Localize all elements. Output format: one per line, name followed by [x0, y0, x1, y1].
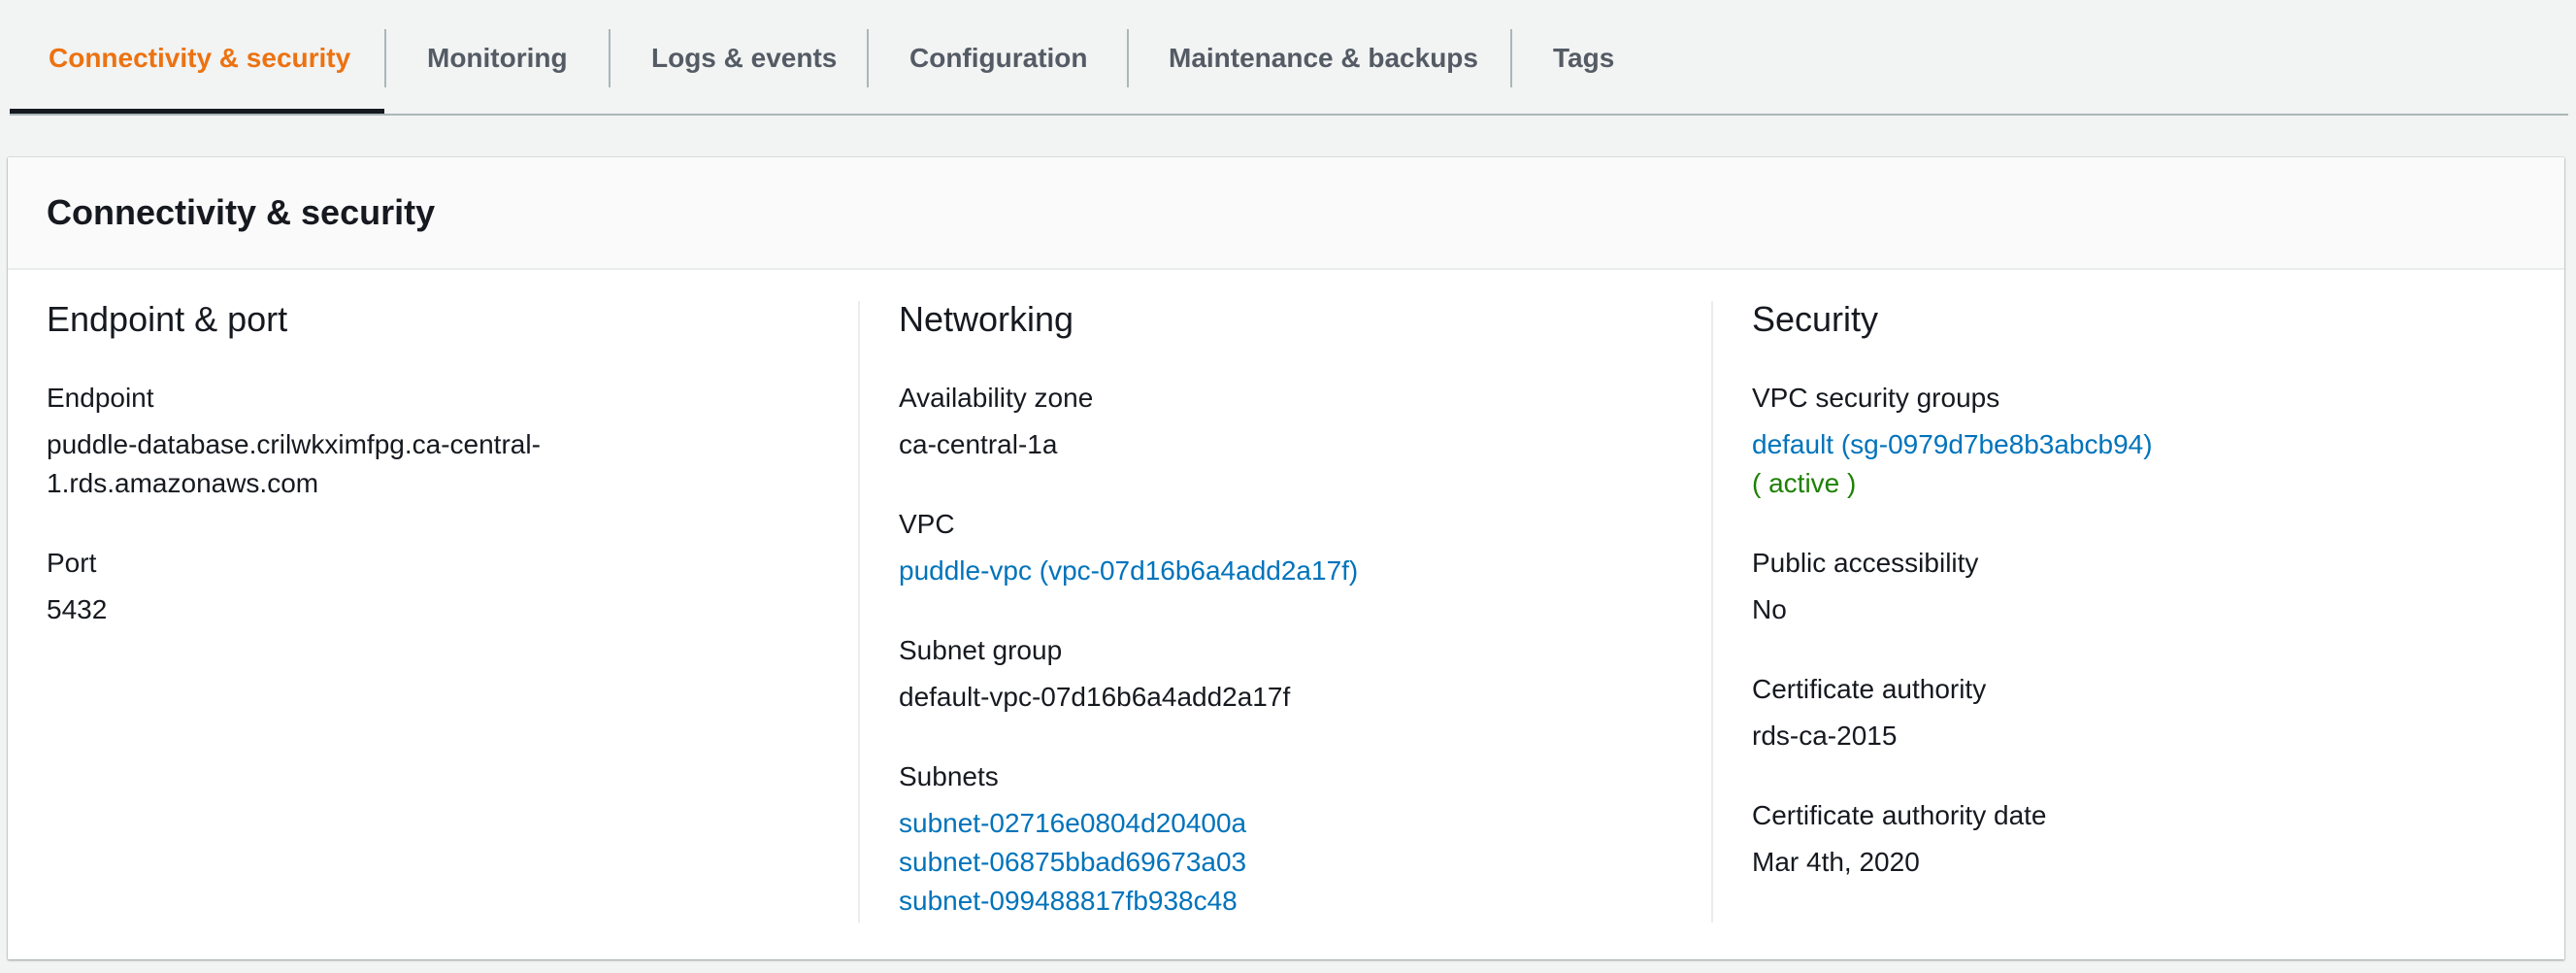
column-divider — [858, 301, 860, 923]
tab-divider — [384, 29, 386, 87]
port-value: 5432 — [47, 594, 108, 624]
subnets-label: Subnets — [899, 761, 999, 791]
certificate-authority-date-value: Mar 4th, 2020 — [1752, 847, 1920, 877]
tab-monitoring[interactable]: Monitoring — [427, 29, 568, 87]
panel-header: Connectivity & security — [8, 157, 2564, 270]
endpoint-port-title: Endpoint & port — [47, 299, 288, 339]
column-divider — [1711, 301, 1713, 923]
security-title: Security — [1752, 299, 1879, 339]
tab-maintenance-backups[interactable]: Maintenance & backups — [1169, 29, 1478, 87]
panel-title: Connectivity & security — [47, 192, 436, 232]
security-group-link[interactable]: default (sg-0979d7be8b3abcb94) — [1752, 425, 2153, 464]
tab-connectivity-security[interactable]: Connectivity & security — [49, 29, 350, 87]
endpoint-value-line1: puddle-database.crilwkximfpg.ca-central- — [47, 429, 541, 459]
port-label: Port — [47, 548, 97, 578]
tab-divider — [609, 29, 611, 87]
certificate-authority-date-label: Certificate authority date — [1752, 800, 2047, 830]
tab-divider — [1127, 29, 1129, 87]
public-accessibility-value: No — [1752, 594, 1787, 624]
tab-bar-divider — [10, 114, 2568, 116]
vpc-security-groups-label: VPC security groups — [1752, 383, 2000, 413]
connectivity-security-panel: Connectivity & security Endpoint & port … — [8, 157, 2564, 959]
tab-tags[interactable]: Tags — [1553, 29, 1614, 87]
tab-bar: Connectivity & security Monitoring Logs … — [0, 0, 2576, 117]
subnet-link[interactable]: subnet-06875bbad69673a03 — [899, 843, 1246, 882]
public-accessibility-label: Public accessibility — [1752, 548, 1979, 578]
vpc-link[interactable]: puddle-vpc (vpc-07d16b6a4add2a17f) — [899, 552, 1358, 590]
tab-divider — [1510, 29, 1512, 87]
availability-zone-value: ca-central-1a — [899, 429, 1058, 459]
tab-divider — [867, 29, 869, 87]
networking-title: Networking — [899, 299, 1074, 339]
certificate-authority-label: Certificate authority — [1752, 674, 1987, 704]
subnet-group-label: Subnet group — [899, 635, 1063, 665]
security-group-status: ( active ) — [1752, 468, 1857, 498]
tab-configuration[interactable]: Configuration — [909, 29, 1088, 87]
endpoint-label: Endpoint — [47, 383, 154, 413]
subnet-group-value: default-vpc-07d16b6a4add2a17f — [899, 682, 1291, 712]
certificate-authority-value: rds-ca-2015 — [1752, 721, 1898, 751]
tab-logs-events[interactable]: Logs & events — [651, 29, 837, 87]
endpoint-value-line2: 1.rds.amazonaws.com — [47, 468, 319, 498]
vpc-label: VPC — [899, 509, 955, 539]
subnet-link[interactable]: subnet-02716e0804d20400a — [899, 804, 1246, 843]
subnet-link[interactable]: subnet-099488817fb938c48 — [899, 882, 1238, 921]
availability-zone-label: Availability zone — [899, 383, 1094, 413]
